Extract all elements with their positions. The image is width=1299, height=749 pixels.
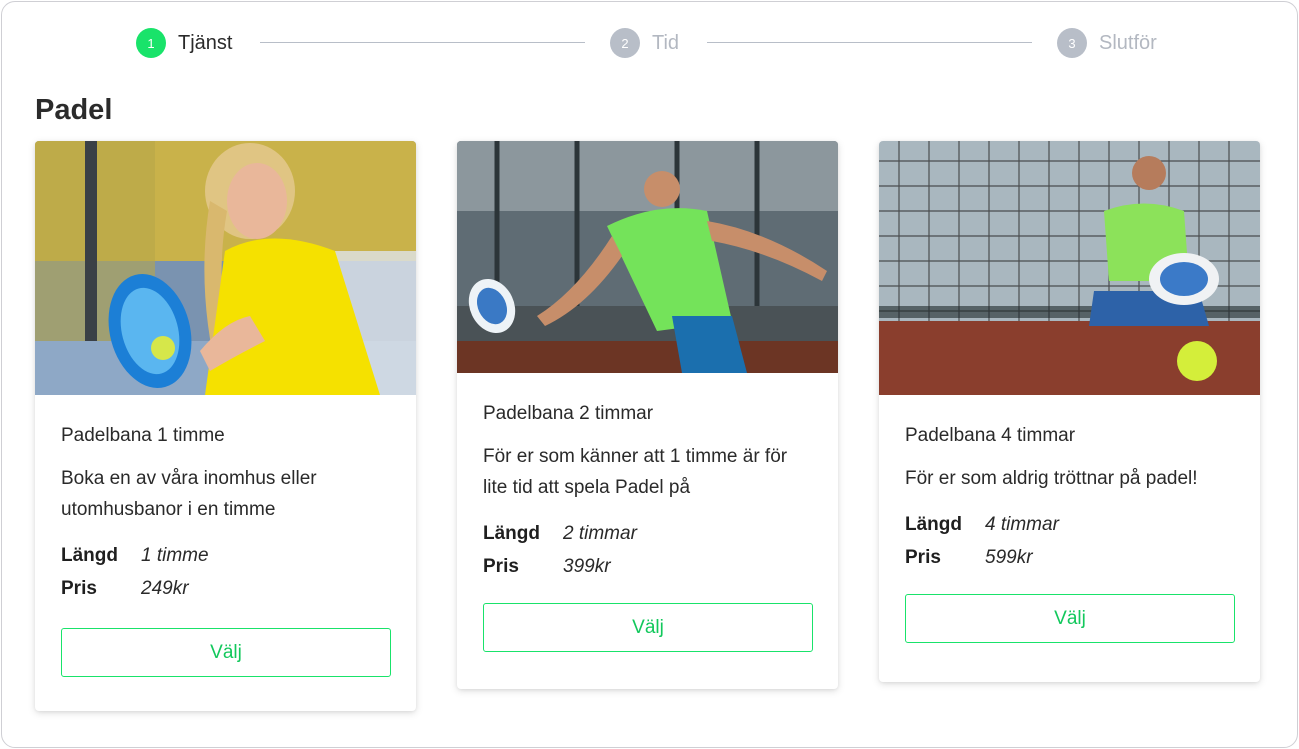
service-card: Padelbana 4 timmar För er som aldrig trö…: [879, 141, 1260, 682]
duration-row: Längd 1 timme: [61, 539, 390, 572]
card-photo: [457, 141, 838, 373]
price-value: 599kr: [985, 547, 1033, 568]
select-button[interactable]: Välj: [483, 603, 813, 652]
progress-stepper: 1 Tjänst 2 Tid 3 Slutför: [2, 28, 1297, 60]
duration-value: 4 timmar: [985, 514, 1059, 535]
select-button[interactable]: Välj: [905, 594, 1235, 643]
card-title: Padelbana 1 timme: [61, 425, 225, 446]
price-row: Pris 599kr: [905, 541, 1234, 574]
step-connector: [707, 42, 1032, 43]
card-description: För er som känner att 1 timme är för lit…: [483, 446, 788, 498]
price-label: Pris: [905, 547, 941, 568]
step-connector: [260, 42, 585, 43]
card-meta: Längd 4 timmar Pris 599kr: [905, 508, 1234, 574]
step-number-badge: 2: [610, 28, 640, 58]
card-meta: Längd 2 timmar Pris 399kr: [483, 517, 812, 583]
step-label: Tid: [652, 31, 680, 54]
card-photo: [879, 141, 1260, 395]
card-meta: Längd 1 timme Pris 249kr: [61, 539, 390, 605]
price-row: Pris 249kr: [61, 572, 390, 605]
card-description: För er som aldrig tröttnar på padel!: [905, 468, 1198, 489]
category-title: Padel: [35, 94, 113, 126]
card-description: Boka en av våra inomhus eller utomhusban…: [61, 468, 317, 520]
duration-value: 2 timmar: [563, 523, 637, 544]
price-row: Pris 399kr: [483, 550, 812, 583]
card-photo: [35, 141, 416, 395]
select-button[interactable]: Välj: [61, 628, 391, 677]
price-value: 249kr: [141, 578, 189, 599]
step-label: Slutför: [1099, 31, 1157, 54]
step-service[interactable]: 1 Tjänst: [136, 28, 232, 58]
price-label: Pris: [483, 556, 519, 577]
duration-label: Längd: [905, 514, 962, 535]
step-number-badge: 1: [136, 28, 166, 58]
duration-value: 1 timme: [141, 545, 209, 566]
man-hitting-ball-photo: [457, 141, 838, 373]
service-card: Padelbana 1 timme Boka en av våra inomhu…: [35, 141, 416, 711]
step-label: Tjänst: [178, 31, 233, 54]
duration-row: Längd 2 timmar: [483, 517, 812, 550]
card-title: Padelbana 4 timmar: [905, 425, 1076, 446]
price-label: Pris: [61, 578, 97, 599]
duration-row: Längd 4 timmar: [905, 508, 1234, 541]
man-sitting-by-net-photo: [879, 141, 1260, 395]
step-number-badge: 3: [1057, 28, 1087, 58]
card-title: Padelbana 2 timmar: [483, 403, 654, 424]
duration-label: Längd: [61, 545, 118, 566]
woman-padel-photo: [35, 141, 416, 395]
step-finish[interactable]: 3 Slutför: [1057, 28, 1157, 58]
price-value: 399kr: [563, 556, 611, 577]
duration-label: Längd: [483, 523, 540, 544]
service-card: Padelbana 2 timmar För er som känner att…: [457, 141, 838, 689]
booking-window: 1 Tjänst 2 Tid 3 Slutför Padel Padelbana…: [1, 1, 1298, 748]
step-time[interactable]: 2 Tid: [610, 28, 679, 58]
